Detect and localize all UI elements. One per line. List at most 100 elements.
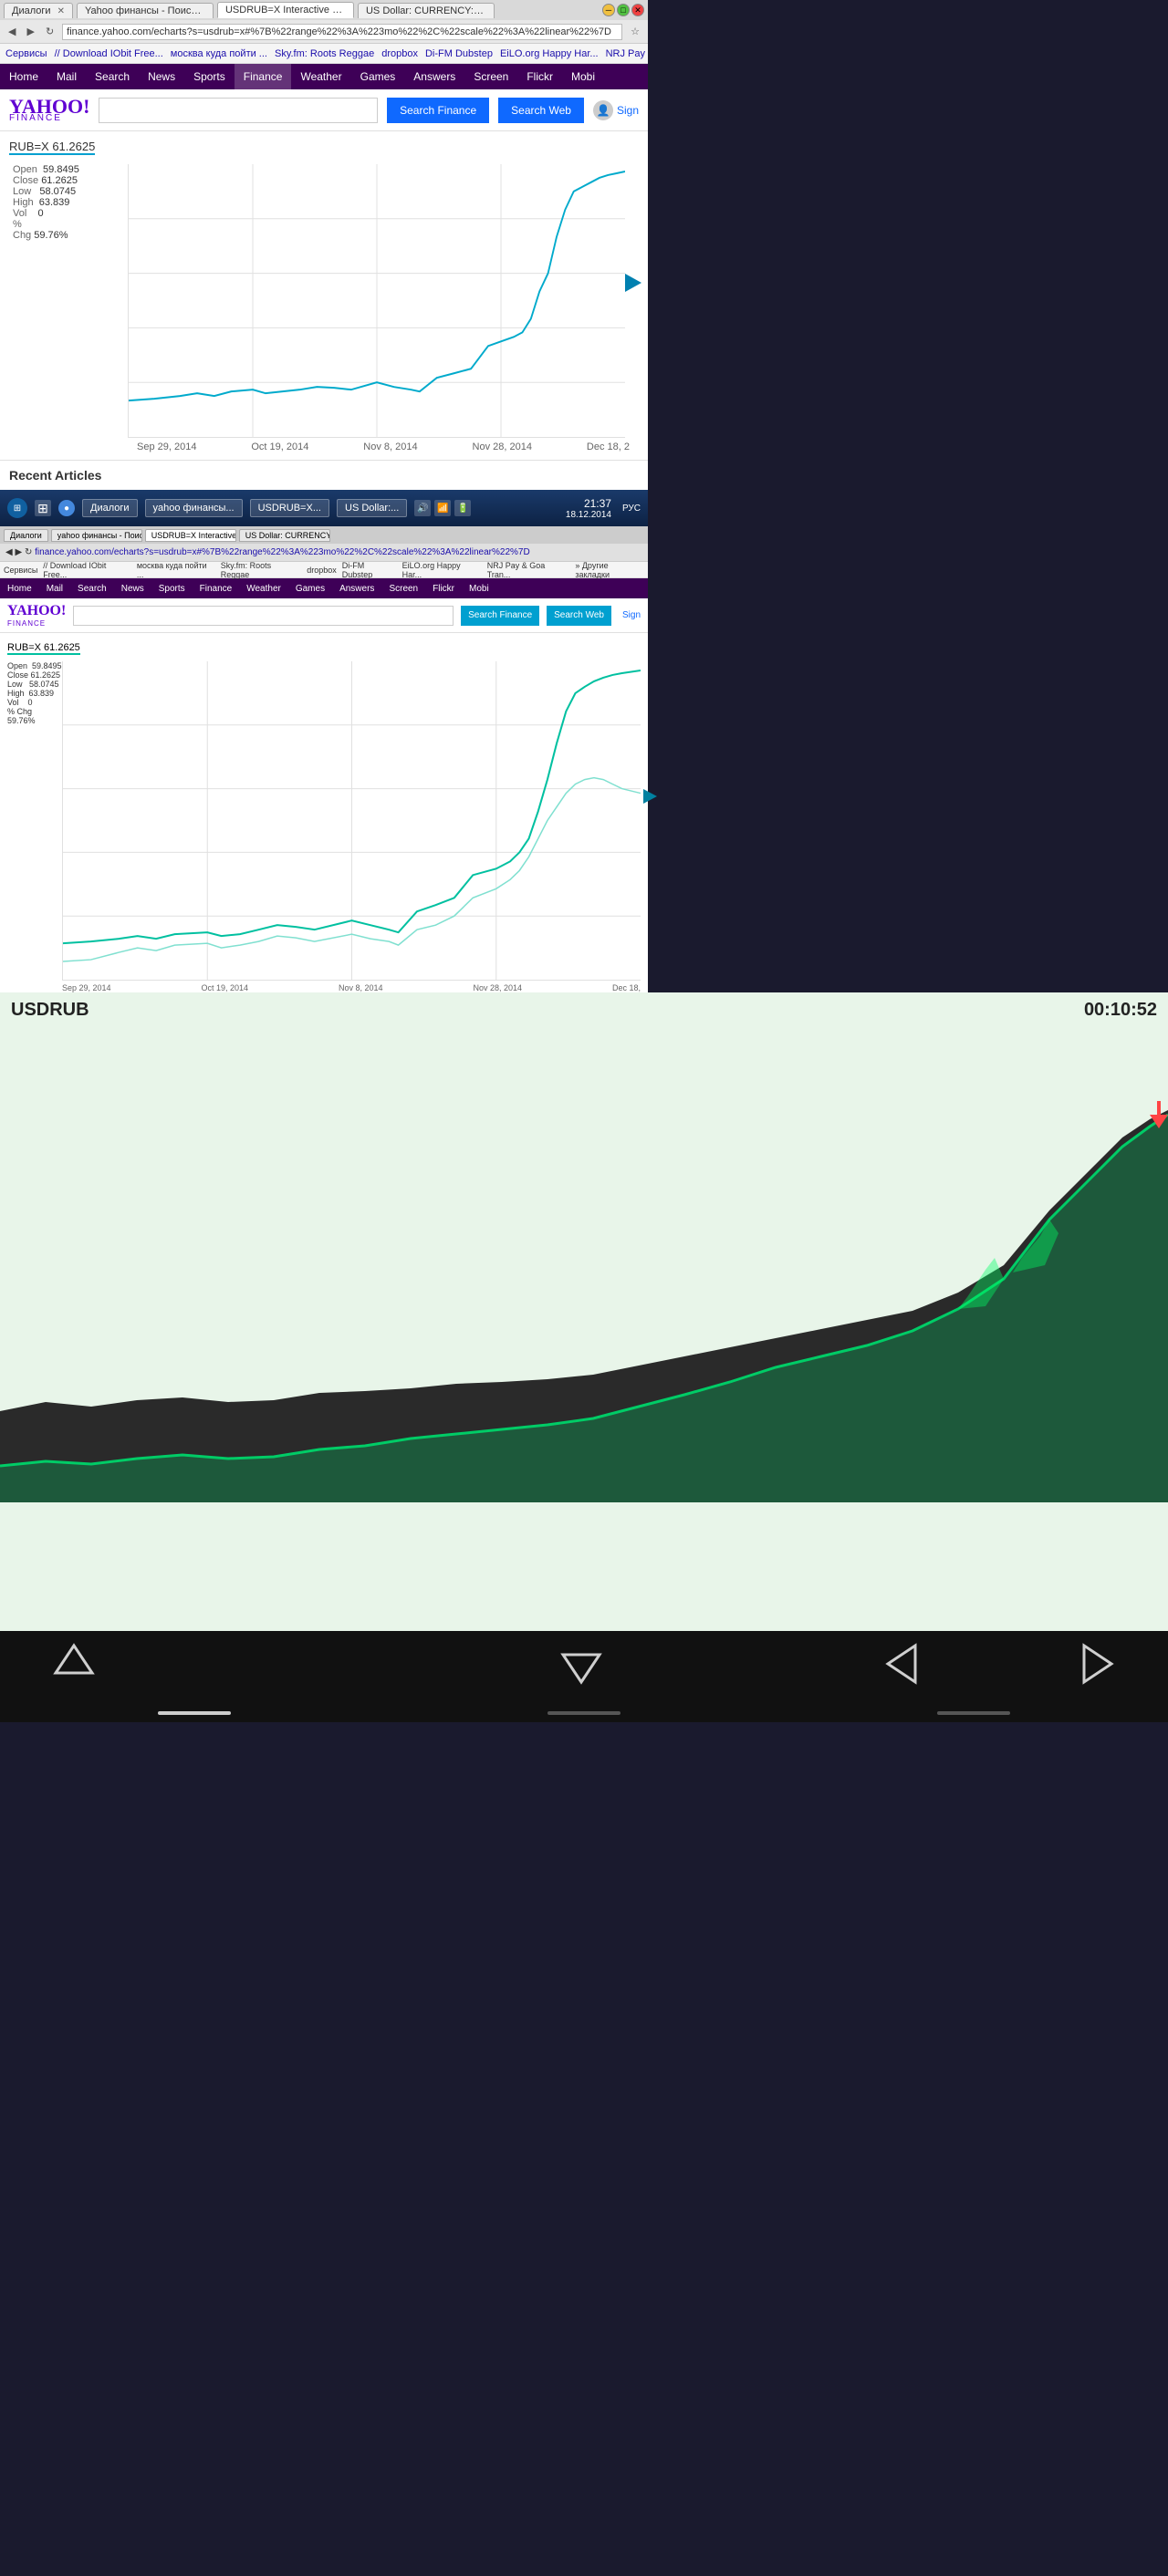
mini-bookmarks-bar: Сервисы // Download IObit Free... москва… [0, 562, 648, 578]
mini-chart-tooltip: RUB=X 61.2625 [7, 642, 80, 655]
chart-dates: Sep 29, 2014 Oct 19, 2014 Nov 8, 2014 No… [68, 438, 639, 460]
mini-nav-sports[interactable]: Sports [151, 578, 193, 598]
forward-button[interactable]: ▶ [24, 26, 36, 37]
nav-news[interactable]: News [139, 64, 184, 89]
search-web-button[interactable]: Search Web [498, 98, 584, 123]
taskbar-yahoo[interactable]: yahoo финансы... [145, 499, 243, 517]
indicator-dot-2[interactable] [548, 1711, 620, 1715]
star-button[interactable]: ☆ [628, 26, 642, 37]
nav-home[interactable]: Home [0, 64, 47, 89]
nav-up-button[interactable] [51, 1641, 97, 1694]
mini-search-finance-button[interactable]: Search Finance [461, 606, 539, 626]
nav-left-button[interactable] [883, 1641, 929, 1694]
nav-flickr[interactable]: Flickr [517, 64, 562, 89]
bookmark-iobit[interactable]: // Download IObit Free... [55, 48, 163, 59]
mini-nav-mobi[interactable]: Mobi [462, 578, 496, 598]
taskbar-dialogi[interactable]: Диалоги [82, 499, 138, 517]
mini-yahoo-nav: Home Mail Search News Sports Finance Wea… [0, 578, 648, 598]
bookmark-dropbox[interactable]: dropbox [381, 48, 418, 59]
bookmarks-bar: Сервисы // Download IObit Free... москва… [0, 44, 648, 64]
address-input[interactable] [62, 24, 622, 40]
mini-forward[interactable]: ▶ [15, 547, 22, 557]
chart-arrow [625, 274, 641, 292]
nav-answers[interactable]: Answers [404, 64, 464, 89]
bookmark-eilo[interactable]: EiLO.org Happy Har... [500, 48, 599, 59]
mini-nav-finance[interactable]: Finance [193, 578, 240, 598]
mini-nav-search[interactable]: Search [70, 578, 114, 598]
mini-nav-games[interactable]: Games [288, 578, 332, 598]
mini-nav-screen[interactable]: Screen [381, 578, 425, 598]
indicator-dot-1[interactable] [158, 1711, 231, 1715]
mini-refresh[interactable]: ↻ [25, 547, 32, 557]
maximize-button[interactable]: □ [617, 4, 630, 16]
search-finance-button[interactable]: Search Finance [387, 98, 489, 123]
nav-down-button[interactable] [558, 1641, 604, 1694]
indicator-dot-3[interactable] [937, 1711, 1010, 1715]
yahoo-finance-header: YAHOO! FINANCE Search Finance Search Web… [0, 89, 648, 131]
address-bar: ◀ ▶ ↻ ☆ [0, 20, 648, 44]
taskbar-usdrub[interactable]: USDRUB=X... [250, 499, 329, 517]
minimize-button[interactable]: ─ [602, 4, 615, 16]
tab-dialogi[interactable]: Диалоги ✕ [4, 3, 73, 18]
tab-usdollar[interactable]: US Dollar: CURRENCY:US... ✕ [358, 3, 495, 18]
tab-close[interactable]: ✕ [57, 6, 65, 16]
mini-tab-dialogi[interactable]: Диалоги [4, 529, 48, 542]
volume-icon[interactable]: 🔊 [414, 500, 431, 516]
bookmark-servisy[interactable]: Сервисы [5, 48, 47, 59]
mini-sign-in[interactable]: Sign [622, 610, 641, 620]
mini-chart-arrow [643, 789, 657, 804]
mini-nav-home[interactable]: Home [0, 578, 39, 598]
mini-nav-flickr[interactable]: Flickr [425, 578, 462, 598]
taskbar: ⊞ ⊞ ● Диалоги yahoo финансы... USDRUB=X.… [0, 490, 648, 526]
mini-nav-mail[interactable]: Mail [39, 578, 70, 598]
taskbar-chrome-icon[interactable]: ● [58, 500, 75, 516]
mini-tab-yahoo[interactable]: yahoo финансы - Поиск [51, 529, 142, 542]
finance-search-input[interactable] [99, 98, 378, 123]
tab-close[interactable]: ✕ [202, 6, 209, 16]
chart-area[interactable] [128, 164, 625, 438]
mini-tab-usdrub[interactable]: USDRUB=X Interactive... [145, 529, 236, 542]
bookmark-difm[interactable]: Di-FM Dubstep [425, 48, 493, 59]
taskbar-grid-icon[interactable]: ⊞ [35, 500, 51, 516]
mini-yahoo-header: YAHOO! FINANCE Search Finance Search Web… [0, 598, 648, 633]
tab-usdrub-interactive[interactable]: USDRUB=X Interactive St... ✕ [217, 2, 354, 18]
nav-sports[interactable]: Sports [184, 64, 235, 89]
mini-search-input[interactable] [73, 606, 454, 626]
mini-back[interactable]: ◀ [5, 547, 13, 557]
bookmark-nrj[interactable]: NRJ Pay & Goa Tran... [606, 48, 648, 59]
bookmark-moscow[interactable]: москва куда пойти ... [171, 48, 267, 59]
nav-mobi[interactable]: Mobi [562, 64, 604, 89]
back-button[interactable]: ◀ [5, 26, 18, 37]
chart-tooltip: RUB=X 61.2625 [9, 140, 95, 155]
mini-nav-weather[interactable]: Weather [239, 578, 288, 598]
nav-right-button[interactable] [1070, 1641, 1116, 1694]
refresh-button[interactable]: ↻ [43, 26, 57, 37]
currency-widget: USDRUB 00:10:52 [0, 992, 1168, 1631]
mini-address-bar[interactable]: ◀ ▶ ↻ finance.yahoo.com/echarts?s=usdrub… [0, 544, 648, 562]
nav-finance[interactable]: Finance [235, 64, 292, 89]
taskbar-system-icons: 🔊 📶 🔋 [414, 500, 471, 516]
nav-weather[interactable]: Weather [291, 64, 350, 89]
mini-nav-answers[interactable]: Answers [332, 578, 381, 598]
taskbar-usdollar[interactable]: US Dollar:... [337, 499, 407, 517]
bookmark-skyfm[interactable]: Sky.fm: Roots Reggae [275, 48, 374, 59]
tab-yahoo-finance[interactable]: Yahoo финансы - Поиск ✕ [77, 3, 214, 18]
battery-icon[interactable]: 🔋 [454, 500, 471, 516]
mini-tab-usdollar[interactable]: US Dollar: CURRENCY:US... [239, 529, 330, 542]
nav-mail[interactable]: Mail [47, 64, 86, 89]
nav-games[interactable]: Games [351, 64, 405, 89]
mini-nav-news[interactable]: News [114, 578, 151, 598]
up-arrow-icon [51, 1641, 97, 1687]
title-bar: Диалоги ✕ Yahoo финансы - Поиск ✕ USDRUB… [0, 0, 648, 20]
nav-search[interactable]: Search [86, 64, 139, 89]
taskbar-start-icon[interactable]: ⊞ [7, 498, 27, 518]
mini-search-web-button[interactable]: Search Web [547, 606, 611, 626]
mini-chart-container: RUB=X 61.2625 Open 59.8495 Close 61.2625… [0, 633, 648, 992]
chart-svg [129, 164, 625, 437]
close-button[interactable]: ✕ [631, 4, 644, 16]
sign-in-button[interactable]: 👤 Sign [593, 100, 639, 120]
currency-chart-area[interactable] [0, 1028, 1168, 1502]
chart-stats: Open 59.8495 Close 61.2625 Low 58.0745 H… [9, 164, 68, 460]
network-icon[interactable]: 📶 [434, 500, 451, 516]
nav-screen[interactable]: Screen [464, 64, 517, 89]
